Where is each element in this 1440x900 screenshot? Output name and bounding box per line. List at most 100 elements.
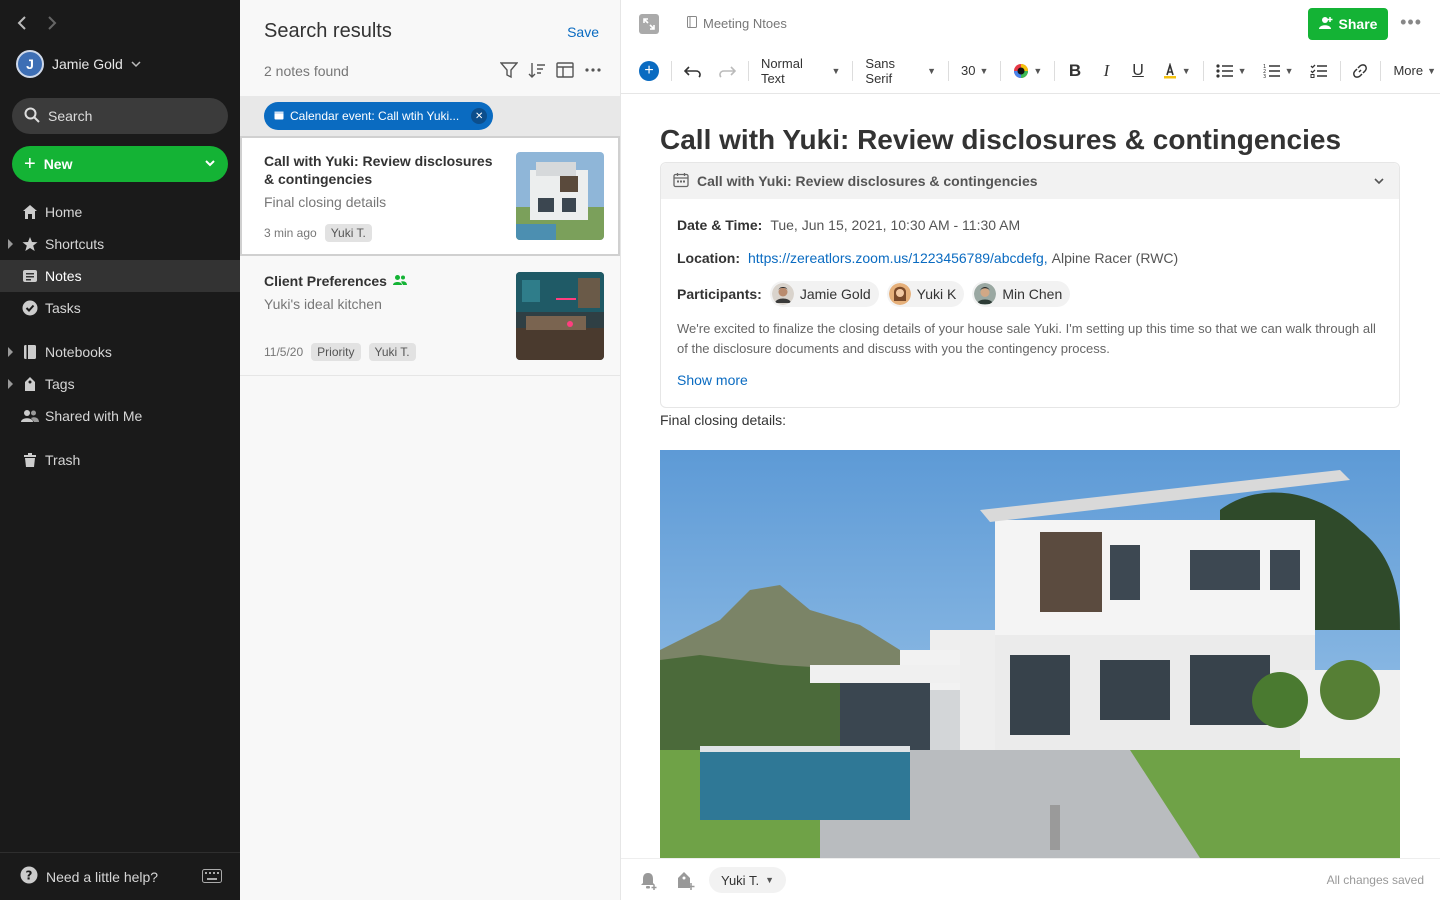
- text-style-dropdown[interactable]: Normal Text ▼: [757, 56, 845, 86]
- note-snippet: Yuki's ideal kitchen: [264, 296, 382, 312]
- toolbar-divider: [1202, 60, 1204, 81]
- sidebar-item-shortcuts[interactable]: Shortcuts: [0, 228, 240, 260]
- bullet-list-icon: [1216, 63, 1233, 78]
- shared-people-icon: [392, 272, 407, 290]
- highlighter-icon: [1163, 62, 1176, 78]
- tag-chip[interactable]: Yuki T. ▼: [709, 867, 786, 893]
- keyboard-icon[interactable]: [202, 869, 222, 886]
- text-color-dropdown[interactable]: ▼: [1009, 57, 1046, 85]
- trash-icon: [21, 451, 39, 469]
- event-date-label: Date & Time:: [677, 217, 763, 233]
- sidebar-item-label: Home: [45, 204, 83, 220]
- filter-icon[interactable]: [500, 61, 518, 79]
- add-tag-icon[interactable]: [675, 871, 695, 891]
- page-title: Search results: [264, 20, 392, 42]
- insert-button[interactable]: +: [635, 57, 663, 85]
- sidebar-item-trash[interactable]: Trash: [0, 444, 240, 476]
- note-thumbnail: [516, 152, 604, 240]
- event-date-value: Tue, Jun 15, 2021, 10:30 AM - 11:30 AM: [770, 217, 1021, 233]
- meeting-link[interactable]: https://zereatlors.zoom.us/1223456789/ab…: [748, 250, 1048, 266]
- expand-caret-icon[interactable]: [8, 239, 13, 249]
- expand-caret-icon[interactable]: [8, 347, 13, 357]
- checklist-icon[interactable]: [1306, 57, 1332, 85]
- show-more-link[interactable]: Show more: [677, 372, 748, 388]
- chevron-down-icon[interactable]: [1373, 174, 1385, 190]
- note-title: Call with Yuki: Review disclosures & con…: [264, 153, 493, 187]
- breadcrumb[interactable]: Meeting Ntoes: [687, 16, 787, 31]
- save-search-button[interactable]: Save: [567, 24, 599, 40]
- search-button[interactable]: Search: [12, 98, 228, 134]
- note-body-text[interactable]: Final closing details:: [660, 412, 786, 428]
- font-size-dropdown[interactable]: 30 ▼: [957, 57, 992, 85]
- notebook-icon: [21, 343, 39, 361]
- event-participants-row: Participants: Jamie Gold Yuki K Min Chen: [677, 281, 1071, 307]
- sidebar-item-notes[interactable]: Notes: [0, 260, 240, 292]
- expand-icon[interactable]: [639, 14, 659, 34]
- color-wheel-icon: [1014, 63, 1029, 78]
- bullet-list-dropdown[interactable]: ▼: [1212, 57, 1251, 85]
- sidebar-nav-secondary: Notebooks Tags Shared with Me: [0, 336, 240, 432]
- new-note-button[interactable]: + New: [12, 146, 228, 182]
- underline-icon[interactable]: U: [1126, 57, 1150, 85]
- sidebar-item-label: Shortcuts: [45, 236, 105, 252]
- more-options-icon[interactable]: •••: [1400, 12, 1422, 33]
- add-person-icon: [1318, 16, 1333, 33]
- active-filters: Calendar event: Call wtih Yuki... ✕: [240, 96, 620, 136]
- participant-name: Yuki K: [916, 286, 957, 302]
- reminder-icon[interactable]: [639, 871, 659, 891]
- history-nav: [16, 14, 58, 32]
- list-item[interactable]: Call with Yuki: Review disclosures & con…: [240, 136, 620, 256]
- redo-icon[interactable]: [714, 57, 740, 85]
- italic-icon[interactable]: I: [1095, 57, 1119, 85]
- tag-chip[interactable]: Priority: [311, 343, 361, 361]
- sidebar-item-label: Notes: [45, 268, 82, 284]
- font-dropdown[interactable]: Sans Serif ▼: [861, 56, 940, 86]
- participant-chip[interactable]: Min Chen: [972, 281, 1071, 307]
- view-layout-icon[interactable]: [556, 61, 574, 79]
- event-description: We're excited to finalize the closing de…: [677, 321, 1376, 356]
- share-button[interactable]: Share: [1308, 8, 1388, 40]
- account-switcher[interactable]: J Jamie Gold: [16, 50, 141, 78]
- help-button[interactable]: ? Need a little help?: [0, 852, 240, 900]
- sidebar-item-home[interactable]: Home: [0, 196, 240, 228]
- list-toolbar: [500, 61, 602, 79]
- chevron-down-icon[interactable]: [204, 156, 216, 172]
- event-card-header[interactable]: Call with Yuki: Review disclosures & con…: [661, 163, 1399, 199]
- link-icon[interactable]: [1348, 57, 1372, 85]
- event-location-row: Location: https://zereatlors.zoom.us/122…: [677, 250, 1178, 266]
- notes-icon: [21, 267, 39, 285]
- sidebar-item-notebooks[interactable]: Notebooks: [0, 336, 240, 368]
- forward-arrow-icon[interactable]: [46, 14, 58, 32]
- back-arrow-icon[interactable]: [16, 14, 28, 32]
- more-options-icon[interactable]: [584, 61, 602, 79]
- bold-icon[interactable]: B: [1063, 57, 1087, 85]
- highlight-dropdown[interactable]: ▼: [1158, 57, 1195, 85]
- note-title-heading[interactable]: Call with Yuki: Review disclosures & con…: [660, 124, 1341, 156]
- participant-name: Min Chen: [1002, 286, 1063, 302]
- close-icon[interactable]: ✕: [471, 108, 488, 124]
- tag-chip[interactable]: Yuki T.: [368, 343, 416, 361]
- participant-chip[interactable]: Jamie Gold: [769, 281, 879, 307]
- sidebar-item-tags[interactable]: Tags: [0, 368, 240, 400]
- sidebar-item-tasks[interactable]: Tasks: [0, 292, 240, 324]
- result-count: 2 notes found: [264, 63, 349, 79]
- chevron-down-icon: ▼: [979, 65, 989, 76]
- sidebar-item-shared[interactable]: Shared with Me: [0, 400, 240, 432]
- expand-caret-icon[interactable]: [8, 379, 13, 389]
- house-photo: [660, 450, 1400, 858]
- user-name: Jamie Gold: [52, 56, 123, 72]
- numbered-list-dropdown[interactable]: 123 ▼: [1259, 57, 1298, 85]
- participant-chip[interactable]: Yuki K: [886, 281, 965, 307]
- sort-icon[interactable]: [528, 61, 546, 79]
- filter-chip-label: Calendar event: Call wtih Yuki...: [290, 109, 460, 123]
- toolbar-divider: [1000, 60, 1002, 81]
- undo-icon[interactable]: [680, 57, 706, 85]
- chevron-down-icon: ▼: [1427, 65, 1436, 76]
- tag-icon: [21, 375, 39, 393]
- tag-chip[interactable]: Yuki T.: [324, 224, 372, 242]
- calendar-filter-chip[interactable]: Calendar event: Call wtih Yuki... ✕: [264, 102, 494, 130]
- list-item[interactable]: Client Preferences Yuki's ideal kitchen …: [240, 256, 620, 376]
- more-formatting-dropdown[interactable]: More ▼: [1389, 57, 1440, 85]
- svg-text:3: 3: [1263, 74, 1266, 79]
- sidebar-item-label: Tags: [45, 376, 75, 392]
